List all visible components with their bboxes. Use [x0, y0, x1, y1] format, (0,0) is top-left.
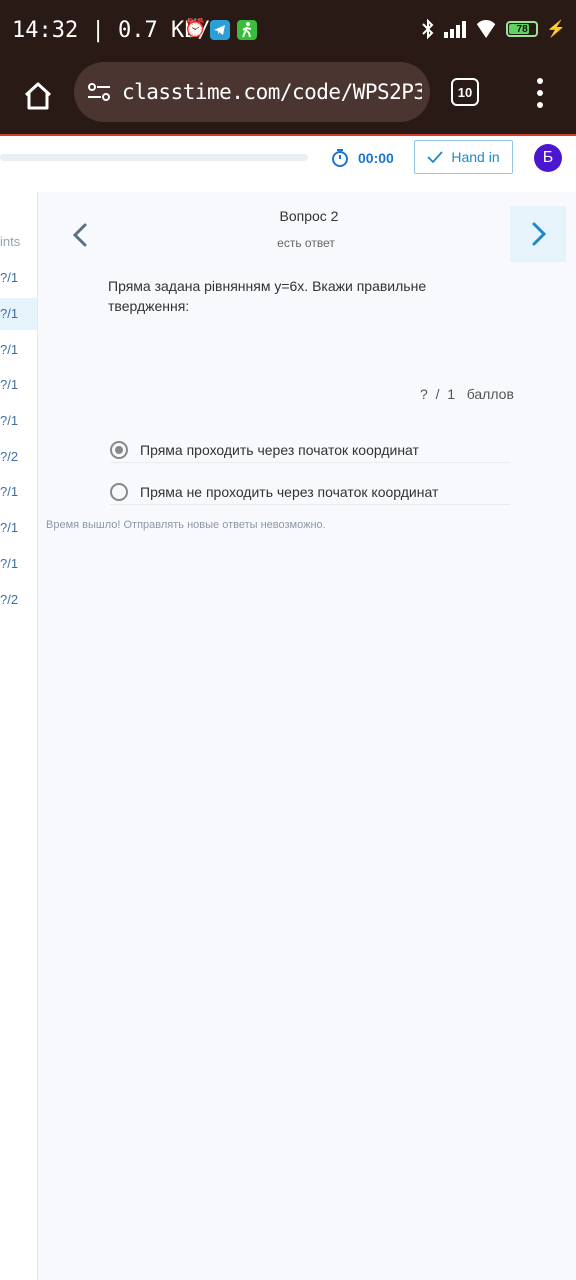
score-label: ? / 1 баллов	[420, 386, 514, 402]
battery-icon: 78	[506, 21, 539, 37]
sidebar-heading: ints	[0, 234, 21, 249]
battery-level: 78	[516, 23, 528, 35]
telegram-icon	[210, 20, 230, 40]
check-icon	[427, 151, 444, 164]
timer-value: 00:00	[358, 150, 394, 166]
hand-in-button[interactable]: Hand in	[414, 140, 513, 174]
question-panel: Вопрос 2 есть ответ Пряма задана рівнянн…	[39, 192, 576, 1280]
bluetooth-icon	[420, 18, 436, 40]
sidebar-item[interactable]: ?/1	[0, 548, 37, 580]
avatar[interactable]: Б	[534, 144, 562, 172]
tabs-button[interactable]: 10	[451, 78, 479, 106]
home-button[interactable]	[18, 76, 58, 116]
sidebar-item[interactable]: ?/1	[0, 369, 37, 401]
alarm-icon: ⏰	[184, 18, 207, 38]
address-bar[interactable]: classtime.com/code/WPS2P3A	[74, 62, 430, 122]
answer-option-label: Пряма проходить через початок координат	[140, 441, 419, 458]
sidebar-item[interactable]: ?/1	[0, 476, 37, 508]
quiz-header: 00:00 Hand in Б	[0, 136, 576, 192]
sidebar-item[interactable]: ?/1	[0, 334, 37, 366]
radio-selected-icon[interactable]	[110, 440, 128, 459]
sidebar-item-active[interactable]: ?/1	[0, 298, 37, 330]
previous-question-button[interactable]	[67, 220, 95, 250]
status-icons: 78 ⚡	[420, 18, 566, 40]
menu-icon[interactable]	[530, 78, 550, 108]
question-title: Вопрос 2	[279, 208, 339, 224]
content-area: ints ?/1 ?/1 ?/1 ?/1 ?/1 ?/2 ?/1 ?/1 ?/1…	[0, 192, 576, 1280]
answer-option[interactable]: Пряма проходить через початок координат	[110, 437, 510, 463]
progress-bar	[0, 154, 308, 161]
sidebar-item[interactable]: ?/1	[0, 405, 37, 437]
status-bar: 14:32 | 0.7 КБ/с ⏰ 78 ⚡	[0, 0, 576, 62]
home-icon	[24, 82, 52, 110]
sidebar-item[interactable]: ?/1	[0, 512, 37, 544]
sidebar-item[interactable]: ?/2	[0, 441, 37, 473]
hand-in-label: Hand in	[451, 149, 500, 165]
sidebar-item[interactable]: ?/1	[0, 262, 37, 294]
answer-status: есть ответ	[277, 236, 335, 250]
answer-option[interactable]: Пряма не проходить через початок координ…	[110, 479, 510, 505]
stopwatch-icon	[332, 149, 348, 167]
charging-icon: ⚡	[546, 21, 566, 38]
question-text: Пряма задана рівнянням y=6x. Вкажи прави…	[108, 278, 427, 314]
chevron-left-icon	[72, 223, 87, 247]
site-settings-icon[interactable]	[86, 79, 112, 105]
question-sidebar: ints ?/1 ?/1 ?/1 ?/1 ?/1 ?/2 ?/1 ?/1 ?/1…	[0, 192, 38, 1280]
signal-icon	[444, 20, 467, 38]
wifi-icon	[474, 20, 498, 38]
radio-icon[interactable]	[110, 482, 128, 501]
sidebar-item[interactable]: ?/2	[0, 584, 37, 616]
chevron-right-icon	[532, 222, 547, 246]
timer: 00:00	[330, 148, 394, 168]
fitness-icon	[237, 20, 257, 40]
browser-toolbar: classtime.com/code/WPS2P3A 10	[0, 62, 576, 134]
next-question-button[interactable]	[510, 206, 566, 262]
answer-option-label: Пряма не проходить через початок координ…	[140, 483, 439, 500]
time-expired-message: Время вышло! Отправлять новые ответы нев…	[46, 519, 326, 531]
url-text[interactable]: classtime.com/code/WPS2P3A	[122, 80, 422, 104]
